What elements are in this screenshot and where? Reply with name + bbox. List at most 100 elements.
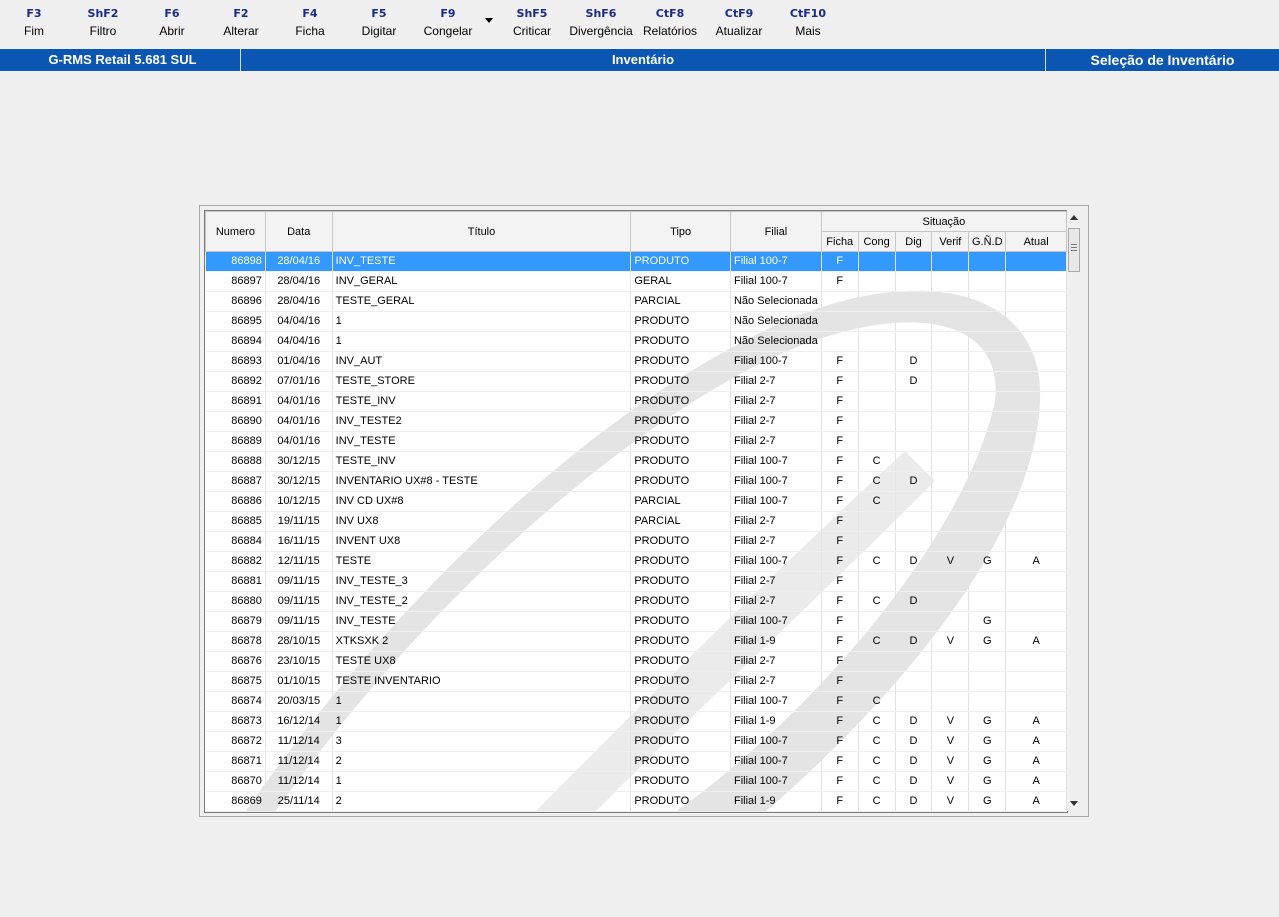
- cell-verif: V: [931, 771, 970, 792]
- scroll-thumb[interactable]: [1068, 228, 1080, 272]
- column-header-numero[interactable]: Numero: [205, 211, 266, 252]
- table-row[interactable]: 86891 04/01/16 TESTE_INV PRODUTO Filial 2-7 F: [205, 391, 1067, 412]
- scroll-up-icon[interactable]: [1070, 215, 1078, 220]
- table-row[interactable]: 86878 28/10/15 XTKSXK 2 PRODUTO Filial 1-9 F C…: [205, 631, 1067, 652]
- cell-cong: [858, 411, 896, 432]
- table-row[interactable]: 86869 25/11/14 2 PRODUTO Filial 1-9 F C D V G A: [205, 791, 1067, 812]
- cell-filial: Filial 1-9: [730, 791, 822, 812]
- criticar-button[interactable]: ShF5 Criticar: [497, 6, 567, 40]
- congelar-button[interactable]: F9 Congelar: [413, 6, 483, 40]
- alterar-button[interactable]: F2 Alterar: [206, 6, 276, 40]
- table-row[interactable]: 86874 20/03/15 1 PRODUTO Filial 100-7 F C: [205, 691, 1067, 712]
- table-row[interactable]: 86871 11/12/14 2 PRODUTO Filial 100-7 F C D V G A: [205, 751, 1067, 772]
- cell-cong: C: [858, 791, 896, 812]
- cell-numero: 86896: [205, 291, 266, 312]
- mais-button[interactable]: CtF10 Mais: [773, 6, 843, 40]
- cell-data: 16/11/15: [265, 531, 333, 552]
- vertical-scrollbar[interactable]: [1067, 210, 1082, 811]
- cell-dig: [895, 431, 933, 452]
- cell-tipo: PRODUTO: [630, 351, 731, 372]
- table-row[interactable]: 86892 07/01/16 TESTE_STORE PRODUTO Filial 2-…: [205, 371, 1067, 392]
- column-header-cong[interactable]: Cong: [857, 231, 896, 252]
- cell-gnd: G: [968, 791, 1007, 812]
- cell-ficha: F: [821, 651, 859, 672]
- column-header-verif[interactable]: Verif: [931, 231, 970, 252]
- table-row[interactable]: 86875 01/10/15 TESTE INVENTARIO PRODUTO Fili…: [205, 671, 1067, 692]
- column-header-gnd[interactable]: G.Ñ.D: [968, 231, 1007, 252]
- cell-dig: D: [895, 631, 933, 652]
- table-row[interactable]: 86873 16/12/14 1 PRODUTO Filial 1-9 F C D V G A: [205, 711, 1067, 732]
- table-row[interactable]: 86876 23/10/15 TESTE UX8 PRODUTO Filial 2-7 F: [205, 651, 1067, 672]
- table-row[interactable]: 86870 11/12/14 1 PRODUTO Filial 100-7 F C D V G A: [205, 771, 1067, 792]
- cell-dig: [895, 271, 933, 292]
- hotkey-label: ShF2: [87, 7, 119, 20]
- cell-filial: Filial 2-7: [730, 531, 822, 552]
- table-row[interactable]: 86882 12/11/15 TESTE PRODUTO Filial 100-7 F C D…: [205, 551, 1067, 572]
- relatorios-button[interactable]: CtF8 Relatórios: [635, 6, 705, 40]
- cell-cong: [858, 511, 896, 532]
- cell-titulo: TESTE_GERAL: [332, 291, 632, 312]
- table-row[interactable]: 86885 19/11/15 INV UX8 PARCIAL Filial 2-7 F: [205, 511, 1067, 532]
- cell-gnd: [968, 571, 1007, 592]
- table-row[interactable]: 86889 04/01/16 INV_TESTE PRODUTO Filial 2-7 F: [205, 431, 1067, 452]
- cell-atual: A: [1005, 731, 1067, 752]
- table-row[interactable]: 86897 28/04/16 INV_GERAL GERAL Filial 100-7 F: [205, 271, 1067, 292]
- table-row[interactable]: 86894 04/04/16 1 PRODUTO Não Selecionada: [205, 331, 1067, 352]
- cell-gnd: [968, 531, 1007, 552]
- digitar-button[interactable]: F5 Digitar: [344, 6, 414, 40]
- cell-atual: [1005, 311, 1067, 332]
- cell-tipo: PRODUTO: [630, 251, 731, 272]
- column-header-data[interactable]: Data: [264, 211, 333, 252]
- fim-button[interactable]: F3 Fim: [0, 6, 69, 40]
- cell-numero: 86890: [205, 411, 266, 432]
- abrir-button[interactable]: F6 Abrir: [137, 6, 207, 40]
- table-row[interactable]: 86886 10/12/15 INV CD UX#8 PARCIAL Filial 10…: [205, 491, 1067, 512]
- divergencia-button[interactable]: ShF6 Divergência: [566, 6, 636, 40]
- table-row[interactable]: 86884 16/11/15 INVENT UX8 PRODUTO Filial 2-7…: [205, 531, 1067, 552]
- table-row[interactable]: 86895 04/04/16 1 PRODUTO Não Selecionada: [205, 311, 1067, 332]
- column-header-filial[interactable]: Filial: [729, 211, 822, 252]
- button-label: Fim: [24, 24, 44, 38]
- cell-data: 30/12/15: [265, 471, 333, 492]
- cell-titulo: INV_TESTE_2: [332, 591, 632, 612]
- column-header-ficha[interactable]: Ficha: [820, 231, 859, 252]
- cell-atual: A: [1005, 551, 1067, 572]
- scroll-down-icon[interactable]: [1070, 801, 1078, 806]
- table-row[interactable]: 86888 30/12/15 TESTE_INV PRODUTO Filial 100-…: [205, 451, 1067, 472]
- table-row[interactable]: 86890 04/01/16 INV_TESTE2 PRODUTO Filial 2-7…: [205, 411, 1067, 432]
- cell-data: 04/01/16: [265, 391, 333, 412]
- cell-titulo: XTKSXK 2: [332, 631, 632, 652]
- table-row[interactable]: 86896 28/04/16 TESTE_GERAL PARCIAL Não Selec…: [205, 291, 1067, 312]
- table-row[interactable]: 86887 30/12/15 INVENTARIO UX#8 - TESTE PROD…: [205, 471, 1067, 492]
- cell-tipo: GERAL: [630, 271, 731, 292]
- cell-titulo: INV_GERAL: [332, 271, 632, 292]
- cell-data: 11/12/14: [265, 751, 333, 772]
- cell-tipo: PRODUTO: [630, 331, 731, 352]
- table-row[interactable]: 86893 01/04/16 INV_AUT PRODUTO Filial 100-7 F…: [205, 351, 1067, 372]
- cell-filial: Filial 2-7: [730, 511, 822, 532]
- cell-verif: V: [931, 751, 970, 772]
- column-header-titulo[interactable]: Título: [331, 211, 632, 252]
- cell-gnd: [968, 451, 1007, 472]
- filtro-button[interactable]: ShF2 Filtro: [68, 6, 138, 40]
- column-header-atual[interactable]: Atual: [1005, 231, 1067, 252]
- atualizar-button[interactable]: CtF9 Atualizar: [704, 6, 774, 40]
- cell-dig: [895, 311, 933, 332]
- cell-verif: [931, 571, 970, 592]
- cell-titulo: 3: [332, 731, 632, 752]
- congelar-dropdown-icon[interactable]: [485, 18, 493, 23]
- cell-numero: 86886: [205, 491, 266, 512]
- table-row[interactable]: 86879 09/11/15 INV_TESTE PRODUTO Filial 100-…: [205, 611, 1067, 632]
- table-row[interactable]: 86881 09/11/15 INV_TESTE_3 PRODUTO Filial 2-…: [205, 571, 1067, 592]
- table-row[interactable]: 86880 09/11/15 INV_TESTE_2 PRODUTO Filial 2-…: [205, 591, 1067, 612]
- column-header-dig[interactable]: Dig: [894, 231, 933, 252]
- ficha-button[interactable]: F4 Ficha: [275, 6, 345, 40]
- table-row[interactable]: 86898 28/04/16 INV_TESTE PRODUTO Filial 100-…: [205, 251, 1067, 272]
- cell-cong: [858, 331, 896, 352]
- table-row[interactable]: 86872 11/12/14 3 PRODUTO Filial 100-7 F C D V G A: [205, 731, 1067, 752]
- cell-titulo: 2: [332, 791, 632, 812]
- column-header-tipo[interactable]: Tipo: [630, 211, 731, 252]
- cell-data: 30/12/15: [265, 451, 333, 472]
- cell-atual: [1005, 291, 1067, 312]
- cell-titulo: INV_TESTE: [332, 611, 632, 632]
